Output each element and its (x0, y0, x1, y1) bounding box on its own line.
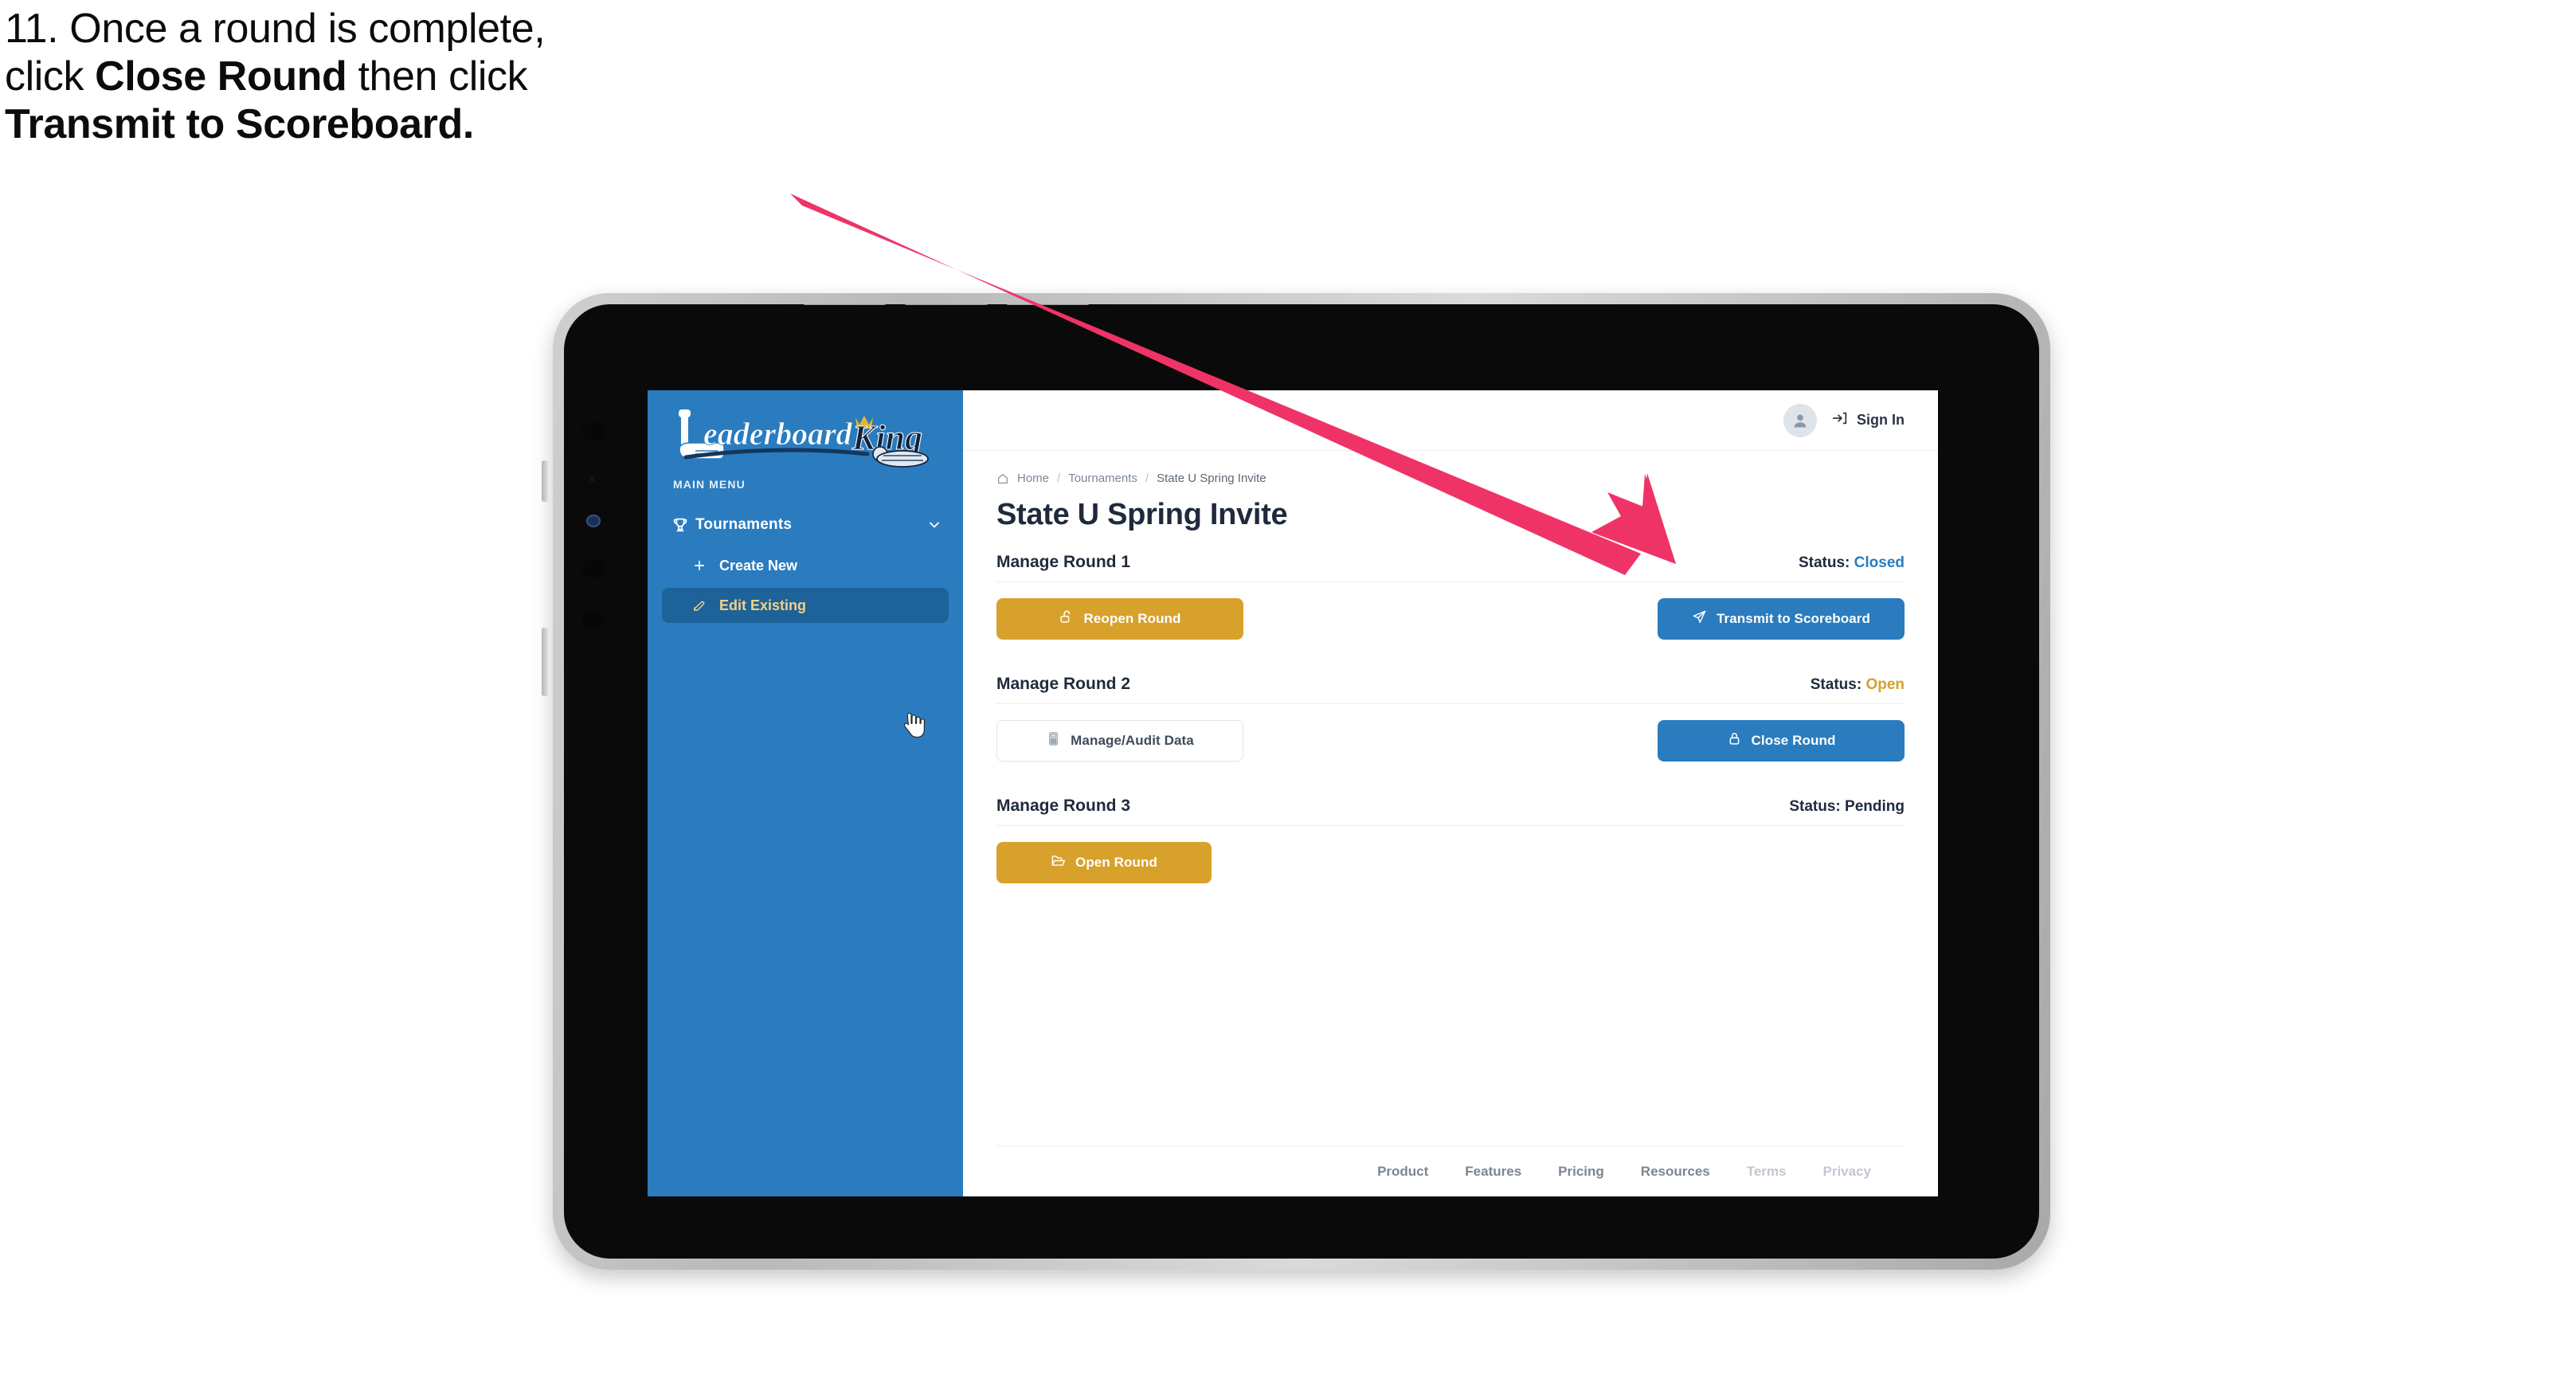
caption-line3-bold: Transmit to Scoreboard. (5, 101, 474, 148)
footer-links: Product Features Pricing Resources Terms… (996, 1145, 1905, 1196)
manage-audit-data-button[interactable]: Manage/Audit Data (996, 720, 1243, 762)
breadcrumb-item-current: State U Spring Invite (1157, 472, 1266, 485)
round-2-name: Manage Round 2 (996, 675, 1131, 693)
round-1-status-value: Closed (1854, 554, 1905, 571)
sidebar: eaderboard King MAIN MENU Tournaments Cr… (648, 390, 963, 1196)
device-power-button (542, 628, 548, 696)
sidebar-item-create-new[interactable]: Create New (662, 548, 949, 583)
close-round-button[interactable]: Close Round (1658, 720, 1905, 762)
open-folder-icon (1051, 853, 1066, 872)
caption-line2-post: then click (346, 53, 528, 100)
round-block-3: Manage Round 3 Status: Pending Open Roun… (996, 797, 1905, 883)
sign-in-button[interactable]: Sign In (1831, 409, 1905, 431)
round-3-actions: Open Round (996, 842, 1905, 883)
breadcrumb: Home / Tournaments / State U Spring Invi… (996, 472, 1905, 485)
user-avatar-icon[interactable] (1783, 403, 1817, 437)
device-microphone-dot (589, 476, 595, 482)
sidebar-section-label: MAIN MENU (673, 478, 746, 491)
round-2-status: Status: Open (1811, 676, 1905, 694)
trophy-icon (671, 516, 695, 534)
instruction-caption: 11. Once a round is complete, click Clos… (5, 6, 849, 151)
unlock-icon (1059, 609, 1074, 628)
round-1-header: Manage Round 1 Status: Closed (996, 553, 1905, 582)
round-2-header: Manage Round 2 Status: Open (996, 675, 1905, 704)
footer-link-features[interactable]: Features (1465, 1164, 1521, 1180)
chevron-down-icon[interactable] (926, 517, 942, 533)
device-sensor-dot-3 (581, 610, 605, 629)
device-volume-button (542, 460, 548, 502)
round-2-status-label: Status: (1810, 676, 1862, 693)
edit-pencil-icon (692, 598, 719, 613)
open-round-label: Open Round (1075, 855, 1157, 870)
breadcrumb-item-home[interactable]: Home (1017, 472, 1049, 485)
sidebar-item-edit-existing-label: Edit Existing (719, 597, 807, 613)
reopen-round-label: Reopen Round (1083, 611, 1181, 626)
screenshot-canvas: 11. Once a round is complete, click Clos… (0, 0, 2576, 1386)
lock-icon (1727, 731, 1742, 750)
tablet-device-frame: eaderboard King MAIN MENU Tournaments Cr… (542, 293, 2050, 1270)
round-1-status-label: Status: (1798, 554, 1850, 571)
breadcrumb-item-tournaments[interactable]: Tournaments (1068, 472, 1137, 485)
main-content: Sign In Home / Tournaments / State U Spr… (963, 390, 1938, 1196)
open-round-button[interactable]: Open Round (996, 842, 1212, 883)
login-arrow-icon (1831, 409, 1849, 431)
content-area: Home / Tournaments / State U Spring Invi… (963, 451, 1938, 1145)
sidebar-item-tournaments-label: Tournaments (695, 516, 793, 533)
tablet-bezel: eaderboard King MAIN MENU Tournaments Cr… (564, 304, 2039, 1259)
round-1-actions: Reopen Round Transmit to Scoreboard (996, 598, 1905, 640)
calculator-icon (1046, 731, 1061, 750)
caption-line-2: click Close Round then click (5, 56, 849, 98)
close-round-label: Close Round (1751, 733, 1836, 748)
round-block-2: Manage Round 2 Status: Open Manage/Audit… (996, 675, 1905, 762)
device-sensor-dot (581, 422, 605, 441)
round-block-1: Manage Round 1 Status: Closed Reopen Rou… (996, 553, 1905, 640)
round-3-status-label: Status: (1789, 798, 1841, 815)
round-3-name: Manage Round 3 (996, 797, 1131, 815)
sign-in-label: Sign In (1857, 412, 1905, 428)
svg-text:eaderboard: eaderboard (703, 416, 853, 452)
footer-link-pricing[interactable]: Pricing (1558, 1164, 1604, 1180)
sidebar-nav-group: Tournaments Create New Edit Existing (648, 507, 963, 623)
device-sensor-dot-2 (581, 559, 605, 578)
home-icon (996, 472, 1009, 485)
app-logo[interactable]: eaderboard King (648, 390, 963, 468)
caption-line-1: 11. Once a round is complete, (5, 6, 546, 52)
caption-line-3: Transmit to Scoreboard. (5, 104, 849, 146)
breadcrumb-separator-1: / (1057, 472, 1061, 485)
sidebar-item-tournaments[interactable]: Tournaments (648, 507, 963, 543)
round-1-name: Manage Round 1 (996, 553, 1131, 571)
page-title: State U Spring Invite (996, 498, 1288, 531)
footer-link-resources[interactable]: Resources (1641, 1164, 1710, 1180)
round-2-status-value: Open (1865, 676, 1905, 693)
top-bar: Sign In (963, 390, 1938, 451)
sidebar-item-create-new-label: Create New (719, 557, 798, 574)
device-camera-lens (586, 515, 601, 527)
app-screen: eaderboard King MAIN MENU Tournaments Cr… (648, 390, 1938, 1196)
footer-link-product[interactable]: Product (1377, 1164, 1428, 1180)
round-3-header: Manage Round 3 Status: Pending (996, 797, 1905, 826)
plus-icon (692, 558, 719, 573)
round-2-actions: Manage/Audit Data Close Round (996, 720, 1905, 762)
round-1-status: Status: Closed (1799, 554, 1905, 572)
caption-line2-pre: click (5, 53, 96, 100)
footer-link-privacy[interactable]: Privacy (1823, 1164, 1872, 1180)
manage-audit-data-label: Manage/Audit Data (1071, 733, 1194, 748)
transmit-to-scoreboard-label: Transmit to Scoreboard (1716, 611, 1871, 626)
round-3-status: Status: Pending (1789, 798, 1905, 816)
footer-link-terms[interactable]: Terms (1747, 1164, 1787, 1180)
transmit-to-scoreboard-button[interactable]: Transmit to Scoreboard (1658, 598, 1905, 640)
round-3-status-value: Pending (1845, 798, 1905, 815)
caption-line2-bold: Close Round (95, 53, 347, 100)
mouse-cursor-pointer (903, 712, 925, 738)
device-speaker-grille (803, 304, 1090, 305)
reopen-round-button[interactable]: Reopen Round (996, 598, 1243, 640)
sidebar-item-edit-existing[interactable]: Edit Existing (662, 588, 949, 623)
paper-plane-icon (1692, 609, 1707, 628)
breadcrumb-separator-2: / (1145, 472, 1149, 485)
